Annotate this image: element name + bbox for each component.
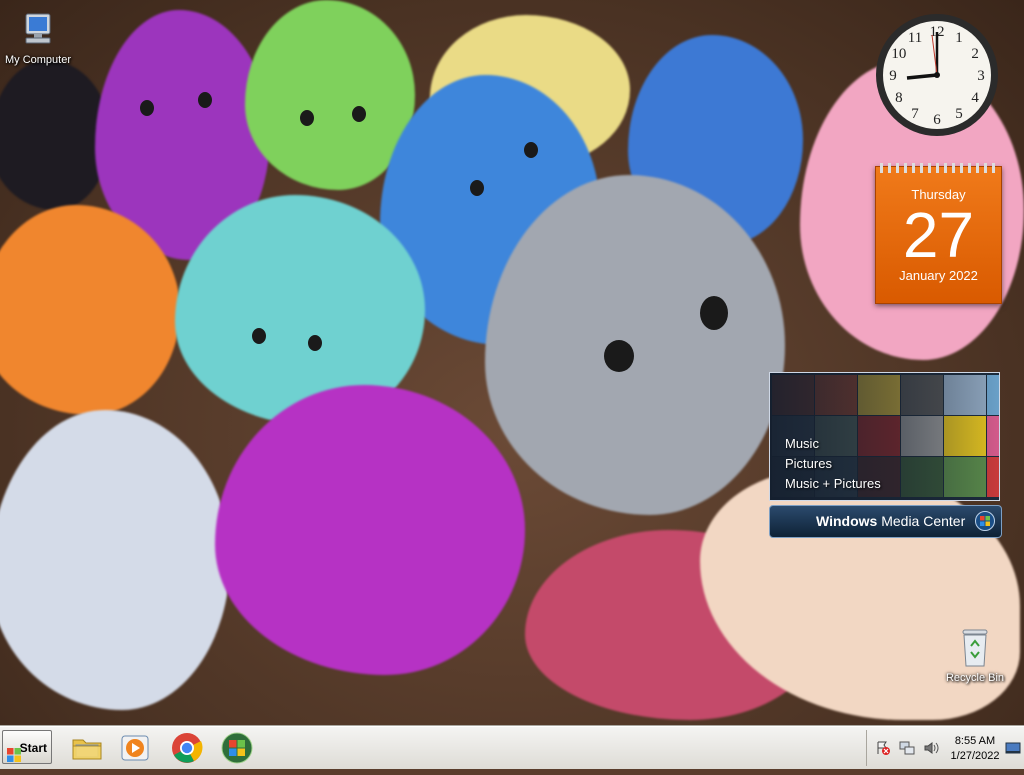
media-brand-main: Windows	[816, 513, 878, 529]
calendar-binding	[880, 163, 997, 173]
clock-numeral: 7	[911, 106, 919, 122]
media-menu-music[interactable]: Music	[785, 434, 881, 454]
calendar-day: 27	[902, 199, 975, 271]
clock-numeral: 3	[977, 68, 985, 84]
network-icon[interactable]	[899, 740, 915, 756]
clock-numeral: 8	[895, 90, 903, 106]
folder-icon	[70, 739, 104, 769]
desktop-icon-recycle-bin[interactable]: Recycle Bin	[935, 626, 1015, 684]
calendar-month-year: January 2022	[899, 268, 978, 283]
media-player-icon	[118, 735, 152, 769]
media-menu-pictures[interactable]: Pictures	[785, 454, 881, 474]
desktop-icon-label: My Computer	[4, 54, 72, 66]
desktop-icon-my-computer[interactable]: My Computer	[0, 10, 78, 66]
windows-flag-icon	[7, 741, 21, 775]
windows-logo-icon	[975, 511, 995, 542]
media-center-gadget[interactable]: Music Pictures Music + Pictures Windows …	[769, 372, 1002, 538]
clock-numeral: 10	[891, 46, 906, 62]
system-tray: 8:55 AM 1/27/2022	[866, 730, 1023, 766]
media-brand-sub: Media Center	[881, 513, 966, 529]
clock-numeral: 4	[971, 90, 979, 106]
desktop-icon-label: Recycle Bin	[945, 672, 1005, 684]
clock-numeral: 11	[908, 30, 922, 46]
clock-numeral: 5	[955, 106, 963, 122]
taskbar-chrome[interactable]	[170, 731, 204, 765]
taskbar-file-explorer[interactable]	[70, 731, 104, 765]
media-center-launch-bar[interactable]: Windows Media Center	[769, 505, 1002, 538]
calendar-gadget[interactable]: Thursday 27 January 2022	[875, 163, 1002, 304]
media-menu-music-pictures[interactable]: Music + Pictures	[785, 474, 881, 494]
my-computer-icon	[18, 10, 58, 50]
tray-clock[interactable]: 8:55 AM 1/27/2022	[945, 734, 1005, 764]
taskbar: Start 8:55 AM 1/27/2022	[0, 726, 1024, 769]
windows-logo-icon	[220, 732, 254, 769]
action-center-icon[interactable]	[875, 740, 891, 756]
start-label: Start	[19, 741, 47, 755]
tray-date: 1/27/2022	[950, 750, 1000, 762]
start-button[interactable]: Start	[2, 730, 52, 764]
clock-numeral: 2	[971, 46, 979, 62]
clock-gadget[interactable]: 121234567891011	[874, 12, 1000, 138]
show-desktop-button[interactable]	[1005, 736, 1021, 760]
clock-numeral: 9	[889, 68, 897, 84]
clock-numeral: 6	[933, 112, 941, 128]
volume-icon[interactable]	[923, 740, 939, 756]
clock-numeral: 1	[955, 30, 963, 46]
taskbar-media-player[interactable]	[118, 731, 152, 765]
chrome-icon	[170, 733, 204, 769]
media-menu: Music Pictures Music + Pictures	[785, 434, 881, 494]
recycle-bin-icon	[957, 626, 993, 668]
tray-time: 8:55 AM	[954, 735, 996, 747]
desktop-wallpaper	[0, 0, 1024, 726]
taskbar-windows-orb[interactable]	[220, 731, 254, 765]
